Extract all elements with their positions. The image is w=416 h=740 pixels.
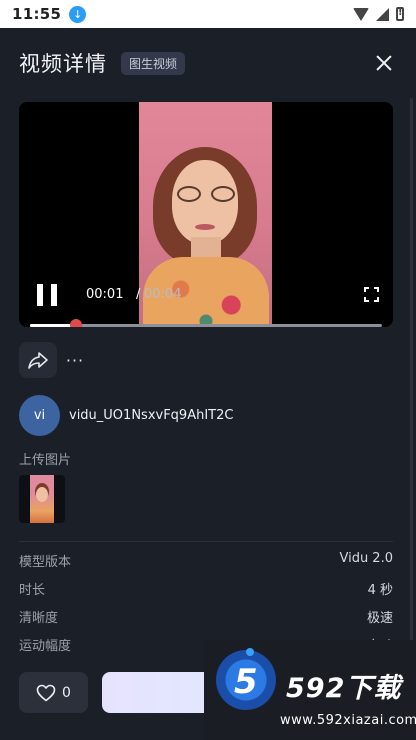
download-icon: ↓ — [69, 5, 87, 23]
header: 视频详情 图生视频 — [19, 48, 396, 78]
info-key: 模型版本 — [19, 555, 72, 570]
divider — [19, 541, 393, 542]
progress-bar[interactable] — [30, 319, 382, 327]
watermark-logo: 5 592下载 www.592xiazai.com — [204, 640, 416, 740]
battery-icon — [396, 7, 404, 21]
status-bar: 11:55 ↓ — [0, 0, 416, 28]
share-icon — [28, 352, 48, 369]
uploaded-image-thumbnail[interactable] — [19, 475, 65, 523]
watermark-digit: 5 — [234, 662, 258, 702]
status-icons — [353, 7, 404, 21]
pause-icon[interactable] — [37, 284, 57, 306]
author-name: vidu_UO1NsxvFq9AhIT2C — [69, 407, 234, 423]
fullscreen-icon[interactable] — [364, 287, 379, 302]
info-key: 清晰度 — [19, 611, 59, 626]
share-button[interactable] — [19, 342, 57, 378]
avatar[interactable]: vi — [19, 394, 60, 436]
wifi-icon — [353, 7, 369, 21]
like-button[interactable]: 0 — [19, 672, 88, 713]
upload-label: 上传图片 — [19, 453, 72, 468]
scrollbar[interactable] — [410, 98, 413, 658]
type-tag: 图生视频 — [121, 51, 186, 75]
author-row: vi vidu_UO1NsxvFq9AhIT2C — [19, 394, 234, 436]
time-separator: / — [136, 287, 141, 302]
current-time: 00:01 — [86, 287, 124, 302]
watermark-brand: 592下载 — [286, 673, 402, 704]
video-player[interactable]: 00:01 / 00:04 — [19, 102, 393, 327]
info-key: 运动幅度 — [19, 639, 72, 654]
heart-icon — [36, 684, 56, 701]
progress-fill — [30, 324, 76, 327]
info-value: 4 秒 — [367, 583, 393, 598]
watermark-url: www.592xiazai.com — [280, 713, 416, 728]
more-button[interactable]: ··· — [62, 342, 88, 378]
total-time: 00:04 — [144, 287, 182, 302]
page-title: 视频详情 — [19, 52, 107, 76]
signal-icon — [376, 7, 389, 21]
info-value: 极速 — [366, 611, 393, 626]
info-value: Vidu 2.0 — [339, 551, 393, 566]
video-detail-panel: 视频详情 图生视频 00:01 / 00:04 ··· vi vidu_UO1N… — [0, 28, 416, 740]
progress-thumb[interactable] — [69, 319, 82, 327]
close-icon[interactable] — [372, 51, 396, 75]
info-row-resolution: 清晰度 极速 — [19, 607, 393, 627]
info-row-model: 模型版本 Vidu 2.0 — [19, 551, 393, 571]
info-row-duration: 时长 4 秒 — [19, 579, 393, 599]
like-count: 0 — [62, 684, 71, 701]
info-key: 时长 — [19, 583, 46, 598]
status-time: 11:55 — [12, 5, 62, 23]
